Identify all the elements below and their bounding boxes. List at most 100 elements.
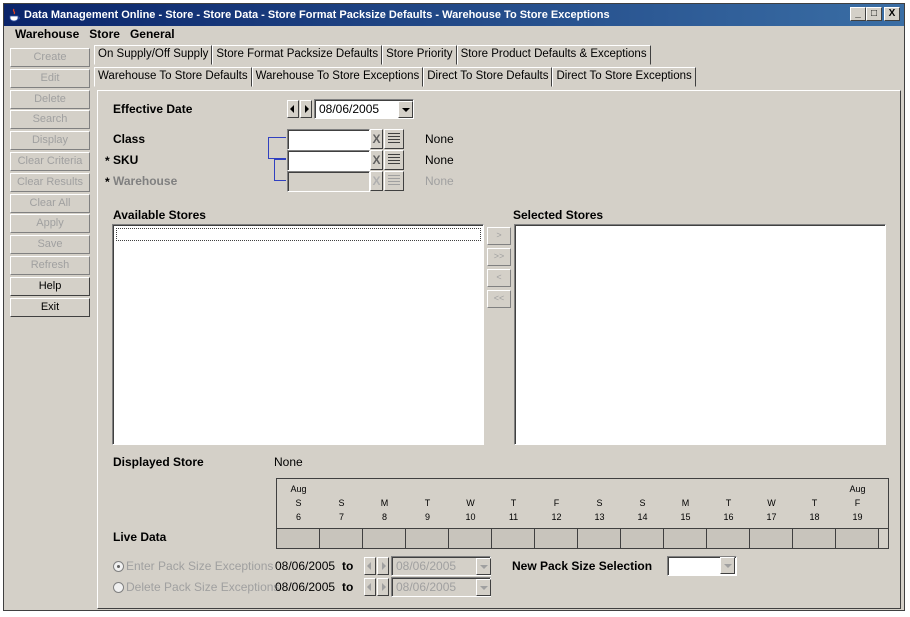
move-left-button[interactable]: < bbox=[487, 269, 511, 287]
enter-next-arrow-icon[interactable] bbox=[377, 557, 389, 575]
warehouse-input[interactable] bbox=[287, 171, 370, 192]
menu-warehouse[interactable]: Warehouse bbox=[10, 26, 84, 44]
displayed-store-label: Displayed Store bbox=[113, 455, 204, 469]
tab-warehouse-to-store-defaults[interactable]: Warehouse To Store Defaults bbox=[94, 67, 252, 87]
live-data-cell[interactable] bbox=[707, 529, 750, 548]
move-right-button[interactable]: > bbox=[487, 227, 511, 245]
clear-all-button[interactable]: Clear All bbox=[10, 193, 90, 213]
date-prev-arrow-icon[interactable] bbox=[287, 100, 299, 118]
live-data-cell[interactable] bbox=[320, 529, 363, 548]
calendar-dow: T bbox=[510, 498, 517, 508]
apply-button[interactable]: Apply bbox=[10, 214, 90, 234]
warehouse-lookup-list-icon[interactable] bbox=[384, 171, 404, 191]
live-data-cell[interactable] bbox=[449, 529, 492, 548]
enter-from-date: 08/06/2005 bbox=[275, 559, 336, 573]
edit-button[interactable]: Edit bbox=[10, 68, 90, 88]
calendar-month bbox=[406, 482, 449, 496]
live-data-cell[interactable] bbox=[277, 529, 320, 548]
enter-exceptions-radio[interactable] bbox=[113, 561, 124, 572]
menu-general[interactable]: General bbox=[125, 26, 180, 44]
delete-button[interactable]: Delete bbox=[10, 89, 90, 109]
tab-on-supply-off-supply[interactable]: On Supply/Off Supply bbox=[94, 45, 213, 65]
live-data-cell[interactable] bbox=[492, 529, 535, 548]
calendar-dow: S bbox=[338, 498, 345, 508]
warehouse-clear-icon[interactable]: X bbox=[370, 171, 383, 191]
move-all-left-button[interactable]: << bbox=[487, 290, 511, 308]
enter-to-dropdown-icon[interactable] bbox=[476, 558, 491, 575]
calendar-day-column: M 15 bbox=[664, 479, 707, 524]
calendar-month bbox=[492, 482, 535, 496]
calendar-month bbox=[664, 482, 707, 496]
class-clear-icon[interactable]: X bbox=[370, 129, 383, 149]
live-data-cell[interactable] bbox=[793, 529, 836, 548]
calendar-day-column: M8 bbox=[363, 479, 406, 524]
new-pack-size-dropdown-icon[interactable] bbox=[720, 557, 735, 574]
calendar-strip: Aug S 6 S 7 M 8 T 9 W 10 T 11 F 12 S 13 S 14 M 15 T 16 W 17 T 18 Au… bbox=[276, 478, 889, 549]
search-button[interactable]: Search bbox=[10, 110, 90, 130]
live-data-cell[interactable] bbox=[836, 529, 879, 548]
clear-results-button[interactable]: Clear Results bbox=[10, 172, 90, 192]
selected-stores-list[interactable] bbox=[514, 224, 886, 445]
live-data-cell[interactable] bbox=[664, 529, 707, 548]
calendar-day-column: S7 bbox=[320, 479, 363, 524]
tab-row-fill bbox=[695, 67, 902, 87]
calendar-day: 16 bbox=[723, 512, 734, 522]
create-button[interactable]: Create bbox=[10, 48, 90, 67]
menu-bar: Warehouse Store General bbox=[4, 26, 904, 44]
delete-to-dropdown-icon[interactable] bbox=[476, 579, 491, 596]
class-lookup-list-icon[interactable] bbox=[384, 129, 404, 149]
live-data-cell[interactable] bbox=[535, 529, 578, 548]
tab-warehouse-to-store-exceptions[interactable]: Warehouse To Store Exceptions bbox=[251, 67, 424, 87]
date-next-arrow-icon[interactable] bbox=[300, 100, 312, 118]
tab-store-product-defaults-exceptions[interactable]: Store Product Defaults & Exceptions bbox=[456, 45, 651, 65]
save-button[interactable]: Save bbox=[10, 235, 90, 255]
live-data-cell[interactable] bbox=[406, 529, 449, 548]
available-stores-list[interactable] bbox=[112, 224, 484, 445]
help-button[interactable]: Help bbox=[10, 276, 90, 296]
exit-button[interactable]: Exit bbox=[10, 297, 90, 317]
move-all-right-button[interactable]: >> bbox=[487, 248, 511, 266]
calendar-day: 10 bbox=[465, 512, 476, 522]
effective-date-dropdown-icon[interactable] bbox=[398, 101, 413, 118]
enter-prev-arrow-icon[interactable] bbox=[364, 557, 376, 575]
class-input[interactable] bbox=[287, 129, 370, 150]
live-data-cell[interactable] bbox=[750, 529, 793, 548]
sku-clear-icon[interactable]: X bbox=[370, 150, 383, 170]
displayed-store-value: None bbox=[274, 455, 303, 469]
calendar-day: 15 bbox=[680, 512, 691, 522]
calendar-day-column: T 16 bbox=[707, 479, 750, 524]
maximize-button[interactable]: □ bbox=[866, 7, 882, 21]
delete-next-arrow-icon[interactable] bbox=[377, 578, 389, 596]
sku-input[interactable] bbox=[287, 150, 370, 171]
display-button[interactable]: Display bbox=[10, 131, 90, 151]
minimize-button[interactable]: _ bbox=[850, 7, 866, 21]
java-coffee-icon bbox=[9, 8, 20, 22]
live-data-cell[interactable] bbox=[578, 529, 621, 548]
live-data-cell[interactable] bbox=[363, 529, 406, 548]
delete-exceptions-radio[interactable] bbox=[113, 582, 124, 593]
live-data-cell[interactable] bbox=[621, 529, 664, 548]
tab-direct-to-store-defaults[interactable]: Direct To Store Defaults bbox=[423, 67, 553, 87]
delete-prev-arrow-icon[interactable] bbox=[364, 578, 376, 596]
available-stores-label: Available Stores bbox=[113, 208, 206, 222]
calendar-day-column: T 11 bbox=[492, 479, 535, 524]
calendar-month bbox=[707, 482, 750, 496]
calendar-day: 8 bbox=[381, 512, 387, 522]
calendar-dow: W bbox=[767, 498, 776, 508]
second-tab-row: Warehouse To Store Defaults Warehouse To… bbox=[94, 67, 902, 87]
tab-direct-to-store-exceptions[interactable]: Direct To Store Exceptions bbox=[552, 67, 696, 87]
clear-criteria-button[interactable]: Clear Criteria bbox=[10, 151, 90, 171]
sku-lookup-list-icon[interactable] bbox=[384, 150, 404, 170]
refresh-button[interactable]: Refresh bbox=[10, 255, 90, 275]
new-pack-size-label: New Pack Size Selection bbox=[512, 559, 653, 573]
tab-store-format-packsize-defaults[interactable]: Store Format Packsize Defaults bbox=[212, 45, 383, 65]
tab-store-priority[interactable]: Store Priority bbox=[382, 45, 457, 65]
calendar-day-column: T9 bbox=[406, 479, 449, 524]
close-button[interactable]: X bbox=[884, 7, 900, 21]
calendar-dow: T bbox=[811, 498, 818, 508]
menu-store[interactable]: Store bbox=[84, 26, 125, 44]
calendar-day: 6 bbox=[295, 512, 301, 522]
delete-from-date: 08/06/2005 bbox=[275, 580, 336, 594]
effective-date-label: Effective Date bbox=[113, 102, 193, 116]
calendar-dow: S bbox=[596, 498, 603, 508]
